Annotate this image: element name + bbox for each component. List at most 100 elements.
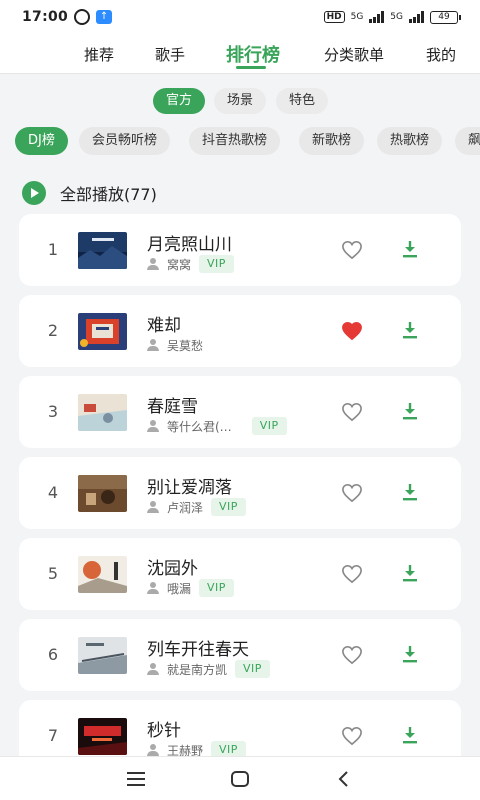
download-icon[interactable] xyxy=(401,401,419,421)
artist-icon xyxy=(147,258,159,270)
album-cover xyxy=(78,556,127,593)
chip-official[interactable]: 官方 xyxy=(153,88,205,114)
album-cover xyxy=(78,313,127,350)
song-rank: 7 xyxy=(47,726,59,745)
active-tab-indicator xyxy=(236,66,266,69)
tab-category-playlists[interactable]: 分类歌单 xyxy=(324,44,384,65)
chart-tab-douyin[interactable]: 抖音热歌榜 xyxy=(189,127,281,155)
song-meta: 等什么君(… VIP xyxy=(147,417,287,435)
heart-icon[interactable] xyxy=(341,645,363,665)
song-row[interactable]: 5 沈园外 哦漏 VIP xyxy=(19,538,461,610)
song-row[interactable]: 2 难却 吴莫愁 xyxy=(19,295,461,367)
artist-icon xyxy=(147,339,159,351)
play-all-label: 全部播放(77) xyxy=(60,185,157,204)
alarm-icon xyxy=(74,9,91,25)
vip-badge: VIP xyxy=(199,579,234,597)
tab-mine[interactable]: 我的 xyxy=(426,44,456,65)
song-row[interactable]: 6 列车开往春天 就是南方凯 VIP xyxy=(19,619,461,691)
artist-name: 等什么君(… xyxy=(167,419,232,434)
artist-name: 卢润泽 xyxy=(167,500,204,515)
vip-badge: VIP xyxy=(251,417,287,435)
song-title: 难却 xyxy=(147,316,181,336)
heart-icon[interactable] xyxy=(341,483,363,503)
status-time: 17:00 xyxy=(22,9,69,25)
battery-icon: 49 xyxy=(430,10,461,24)
artist-icon xyxy=(147,663,159,675)
tab-recommend[interactable]: 推荐 xyxy=(84,44,114,65)
song-meta: 哦漏 VIP xyxy=(147,579,234,597)
song-rank: 2 xyxy=(47,321,59,340)
chart-tab-new[interactable]: 新歌榜 xyxy=(299,127,365,155)
artist-icon xyxy=(147,744,159,756)
artist-name: 窝窝 xyxy=(167,257,192,272)
play-all-button[interactable]: 全部播放(77) xyxy=(22,178,157,208)
song-title: 春庭雪 xyxy=(147,397,198,417)
vip-badge: VIP xyxy=(199,255,234,273)
play-icon xyxy=(22,181,46,205)
song-title: 秒针 xyxy=(147,721,181,741)
album-cover xyxy=(78,718,127,755)
album-cover xyxy=(78,475,127,512)
signal-icon xyxy=(369,11,385,23)
status-bar: 17:00 ↑ HD 5G 5G 49 xyxy=(0,0,480,34)
album-cover xyxy=(78,637,127,674)
back-icon[interactable] xyxy=(334,769,354,789)
upload-notification-icon: ↑ xyxy=(96,10,113,24)
download-icon[interactable] xyxy=(401,725,419,745)
song-meta: 就是南方凯 VIP xyxy=(147,660,270,678)
download-icon[interactable] xyxy=(401,320,419,340)
menu-icon[interactable] xyxy=(126,769,146,789)
song-rank: 3 xyxy=(47,402,59,421)
artist-name: 就是南方凯 xyxy=(167,662,228,677)
chart-tab-rising[interactable]: 飙 xyxy=(455,127,480,155)
chart-tab-dj[interactable]: DJ榜 xyxy=(15,127,68,155)
download-icon[interactable] xyxy=(401,563,419,583)
chart-tab-hot[interactable]: 热歌榜 xyxy=(377,127,443,155)
vip-badge: VIP xyxy=(211,498,246,516)
song-title: 别让爱凋落 xyxy=(147,478,232,498)
hd-icon: HD xyxy=(323,11,345,23)
heart-icon[interactable] xyxy=(341,402,363,422)
heart-icon[interactable] xyxy=(341,726,363,746)
song-title: 沈园外 xyxy=(147,559,198,579)
network-label-2: 5G xyxy=(390,12,403,22)
top-nav: 推荐 歌手 排行榜 分类歌单 我的 xyxy=(0,34,480,74)
download-icon[interactable] xyxy=(401,644,419,664)
song-meta: 卢润泽 VIP xyxy=(147,498,246,516)
heart-filled-icon[interactable] xyxy=(341,321,363,341)
artist-icon xyxy=(147,420,159,432)
chart-group-tabs: 官方 场景 特色 xyxy=(0,88,480,118)
vip-badge: VIP xyxy=(235,660,270,678)
album-cover xyxy=(78,232,127,269)
heart-icon[interactable] xyxy=(341,564,363,584)
song-rank: 1 xyxy=(47,240,59,259)
signal-icon xyxy=(409,11,424,23)
heart-icon[interactable] xyxy=(341,240,363,260)
home-icon[interactable] xyxy=(230,769,250,789)
download-icon[interactable] xyxy=(401,239,419,259)
tab-charts[interactable]: 排行榜 xyxy=(226,41,280,67)
song-rank: 6 xyxy=(47,645,59,664)
chip-scene[interactable]: 场景 xyxy=(214,88,266,114)
status-indicators: HD 5G 5G 49 xyxy=(323,10,461,24)
chart-tab-member[interactable]: 会员畅听榜 xyxy=(79,127,171,155)
song-title: 月亮照山川 xyxy=(147,235,232,255)
tab-singers[interactable]: 歌手 xyxy=(155,44,185,65)
artist-icon xyxy=(147,501,159,513)
song-row[interactable]: 4 别让爱凋落 卢润泽 VIP xyxy=(19,457,461,529)
song-title: 列车开往春天 xyxy=(147,640,249,660)
chart-category-tabs: DJ榜 会员畅听榜 抖音热歌榜 新歌榜 热歌榜 飙 xyxy=(0,127,480,157)
artist-icon xyxy=(147,582,159,594)
system-nav-bar xyxy=(0,756,480,800)
song-rank: 4 xyxy=(47,483,59,502)
song-row[interactable]: 1 月亮照山川 窝窝 VIP xyxy=(19,214,461,286)
chip-feature[interactable]: 特色 xyxy=(276,88,328,114)
song-meta: 窝窝 VIP xyxy=(147,255,234,273)
song-rank: 5 xyxy=(47,564,59,583)
network-label-1: 5G xyxy=(350,12,364,22)
song-row[interactable]: 3 春庭雪 等什么君(… VIP xyxy=(19,376,461,448)
album-cover xyxy=(78,394,127,431)
download-icon[interactable] xyxy=(401,482,419,502)
song-meta: 吴莫愁 xyxy=(147,336,203,354)
artist-name: 吴莫愁 xyxy=(167,338,204,353)
